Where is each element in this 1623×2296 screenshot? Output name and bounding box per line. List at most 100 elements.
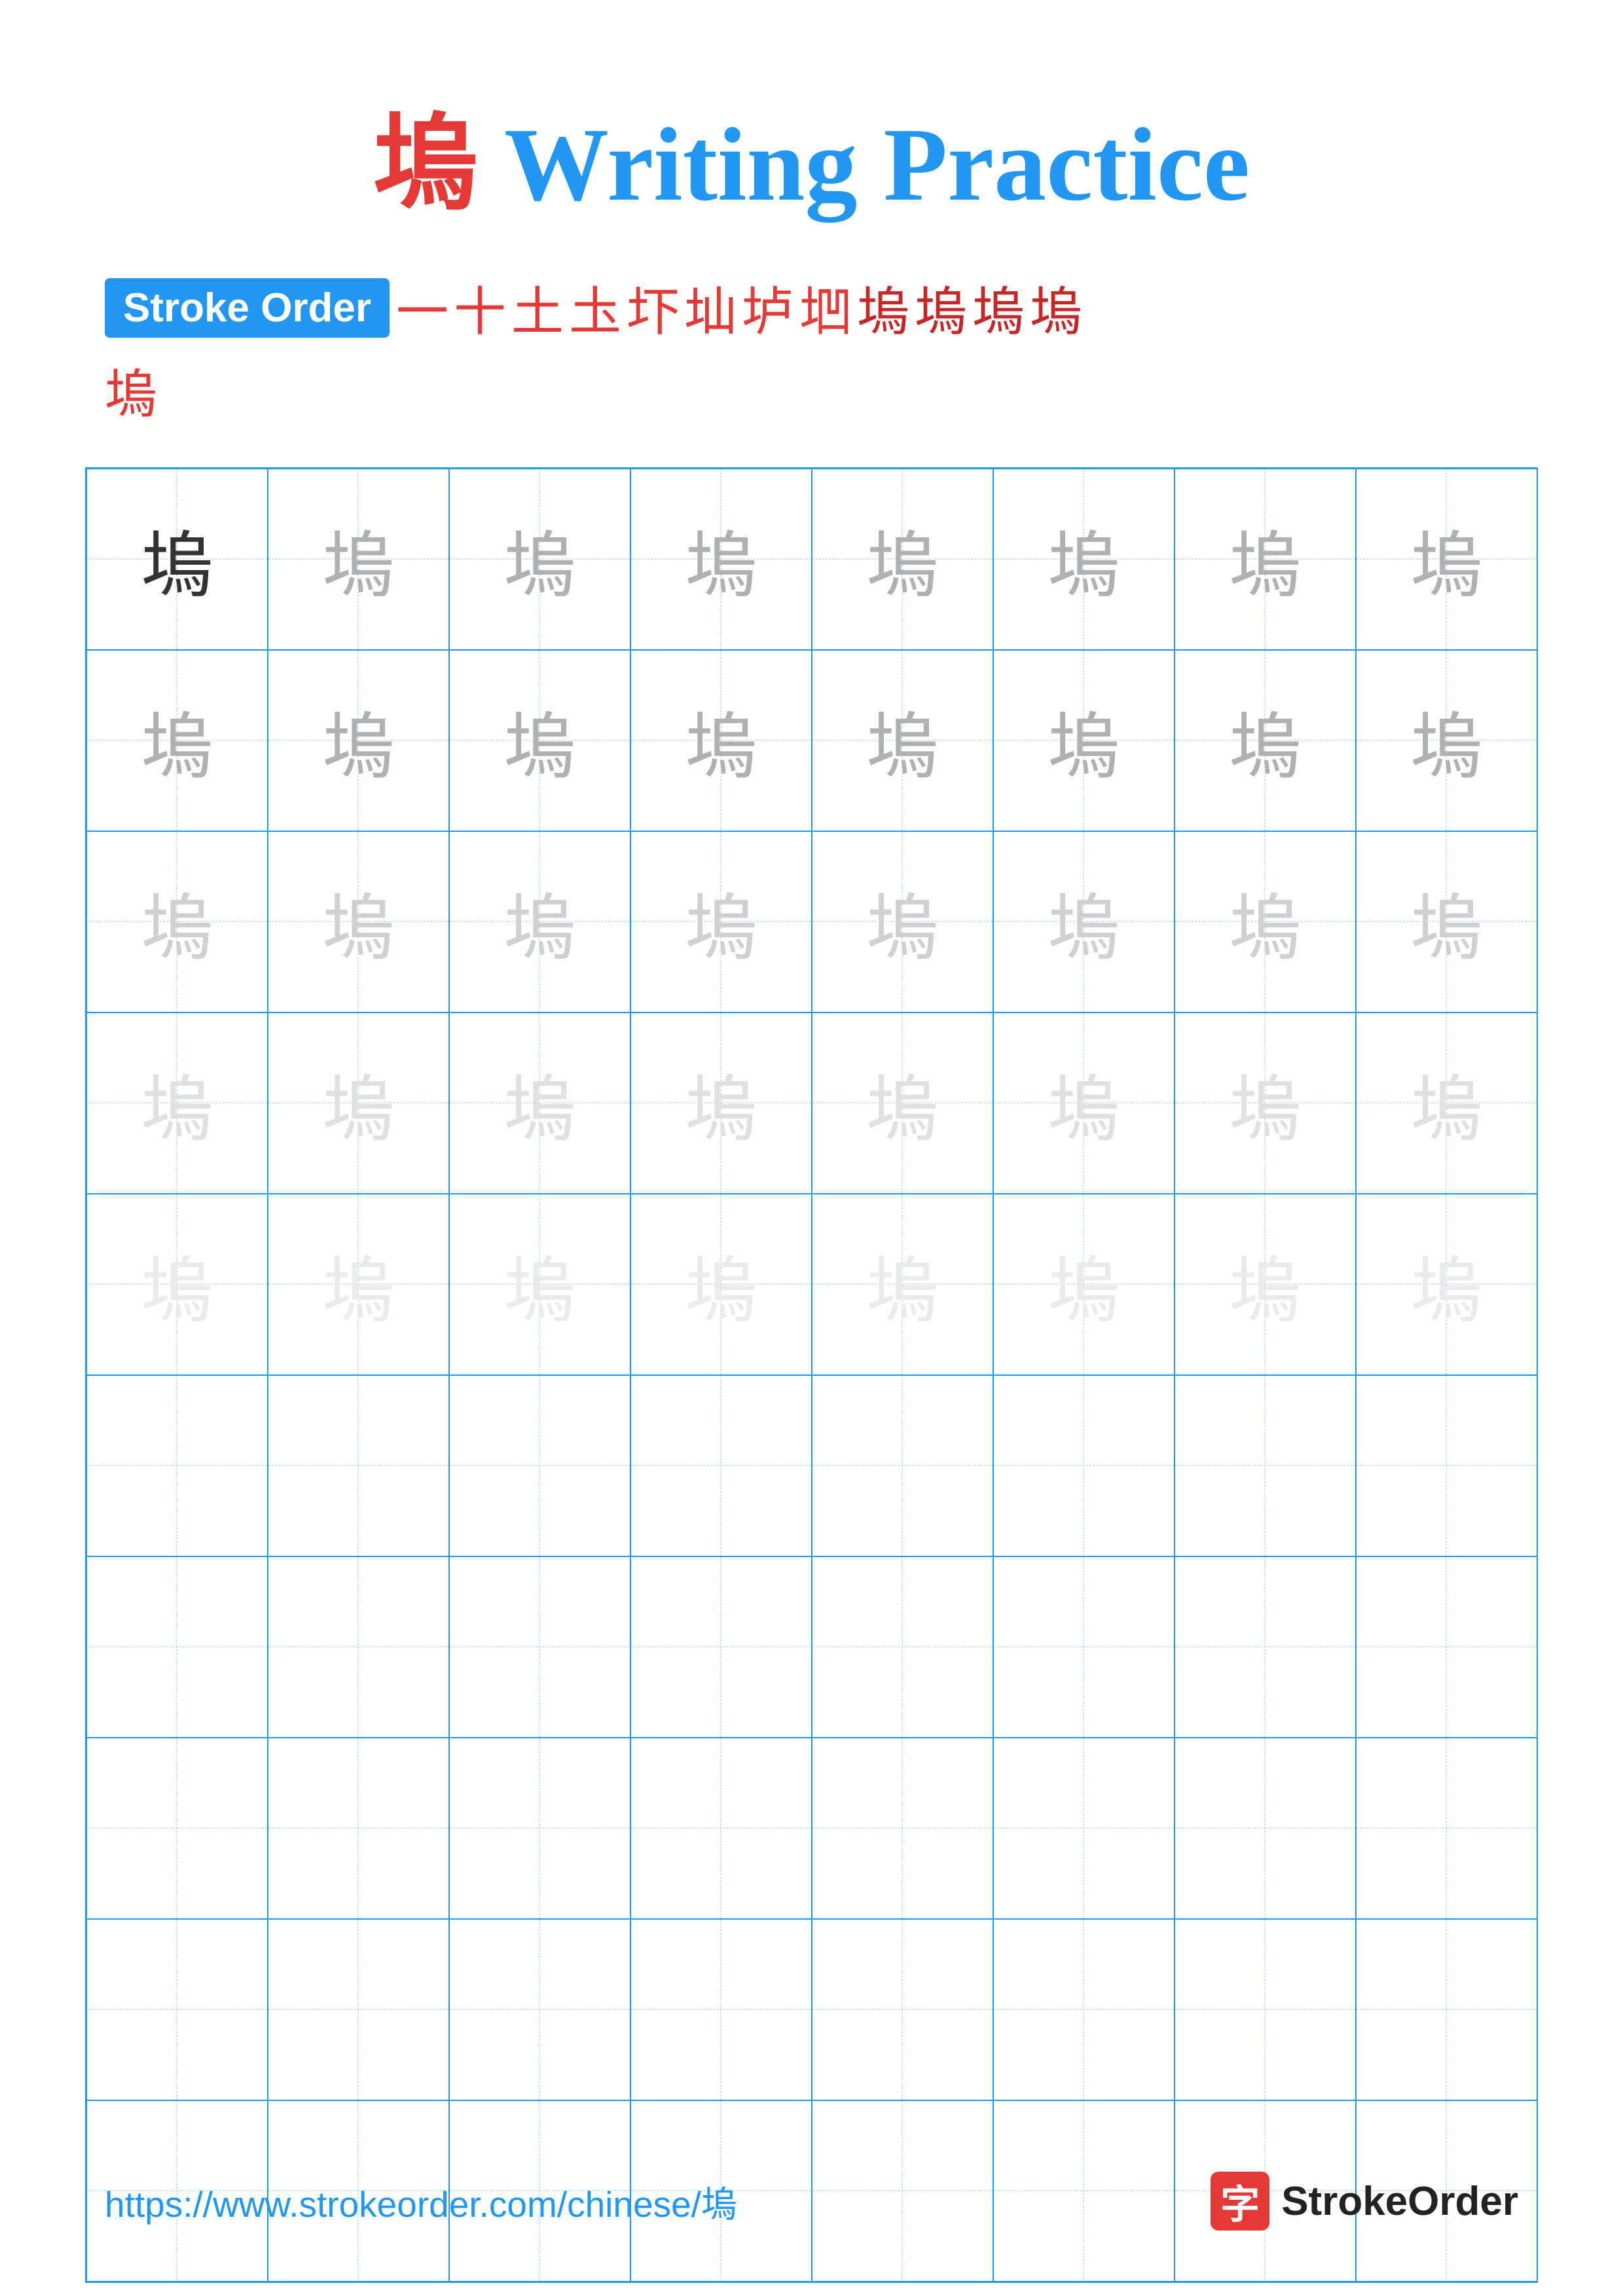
grid-cell-empty[interactable] [86, 1919, 268, 2100]
grid-cell[interactable]: 塢 [86, 831, 268, 1013]
practice-char: 塢 [503, 1232, 575, 1336]
grid-cell-empty[interactable] [630, 1919, 812, 2100]
grid-cell-empty[interactable] [86, 1738, 268, 1919]
grid-cell[interactable]: 塢 [86, 469, 268, 650]
grid-cell-empty[interactable] [1175, 1375, 1356, 1556]
title-char: 塢 [373, 106, 478, 223]
grid-cell[interactable]: 塢 [993, 469, 1175, 650]
practice-char: 塢 [1229, 688, 1301, 793]
grid-cell-empty[interactable] [449, 1375, 630, 1556]
practice-char: 塢 [685, 1050, 757, 1155]
practice-char: 塢 [685, 1232, 757, 1336]
grid-cell-empty[interactable] [1356, 1738, 1537, 1919]
grid-cell[interactable]: 塢 [1175, 1194, 1356, 1375]
stroke-step-5: 圷 [627, 270, 679, 346]
grid-cell-empty[interactable] [449, 1556, 630, 1738]
grid-cell[interactable]: 塢 [630, 469, 812, 650]
grid-cell-empty[interactable] [993, 1556, 1175, 1738]
grid-cell-empty[interactable] [1356, 1375, 1537, 1556]
grid-cell[interactable]: 塢 [812, 1194, 993, 1375]
grid-cell[interactable]: 塢 [630, 1013, 812, 1194]
grid-cell[interactable]: 塢 [812, 650, 993, 831]
grid-cell[interactable]: 塢 [1356, 1013, 1537, 1194]
grid-cell[interactable]: 塢 [630, 1194, 812, 1375]
footer-url[interactable]: https://www.strokeorder.com/chinese/塢 [105, 2175, 737, 2227]
grid-cell-empty[interactable] [812, 1919, 993, 2100]
practice-char: 塢 [1048, 1232, 1120, 1336]
practice-char: 塢 [866, 688, 938, 793]
grid-cell-empty[interactable] [812, 1738, 993, 1919]
grid-cell[interactable]: 塢 [812, 469, 993, 650]
grid-cell-empty[interactable] [1175, 1738, 1356, 1919]
grid-cell[interactable]: 塢 [86, 1013, 268, 1194]
grid-cell[interactable]: 塢 [268, 1013, 449, 1194]
grid-cell[interactable]: 塢 [449, 1194, 630, 1375]
practice-char: 塢 [1229, 507, 1301, 611]
stroke-step-3: 土 [511, 270, 564, 346]
grid-cell[interactable]: 塢 [86, 1194, 268, 1375]
practice-char: 塢 [141, 1232, 213, 1336]
stroke-step-11: 塢 [972, 270, 1025, 346]
grid-cell[interactable]: 塢 [630, 831, 812, 1013]
grid-cell-empty[interactable] [86, 1556, 268, 1738]
practice-char: 塢 [1048, 1050, 1120, 1155]
grid-cell[interactable]: 塢 [1175, 650, 1356, 831]
grid-cell[interactable]: 塢 [86, 650, 268, 831]
grid-cell[interactable]: 塢 [449, 469, 630, 650]
grid-cell-empty[interactable] [993, 1375, 1175, 1556]
grid-cell[interactable]: 塢 [1175, 1013, 1356, 1194]
practice-char: 塢 [1410, 869, 1482, 974]
grid-cell[interactable]: 塢 [1356, 1194, 1537, 1375]
grid-cell[interactable]: 塢 [630, 650, 812, 831]
practice-char: 塢 [1048, 869, 1120, 974]
footer: https://www.strokeorder.com/chinese/塢 字 … [0, 2172, 1623, 2231]
grid-cell-empty[interactable] [1175, 1919, 1356, 2100]
grid-cell-empty[interactable] [1175, 1556, 1356, 1738]
grid-cell[interactable]: 塢 [1356, 469, 1537, 650]
grid-cell[interactable]: 塢 [1356, 650, 1537, 831]
practice-char: 塢 [1410, 507, 1482, 611]
stroke-step-2: 十 [454, 270, 506, 346]
grid-cell-empty[interactable] [268, 1375, 449, 1556]
grid-cell[interactable]: 塢 [449, 650, 630, 831]
practice-char: 塢 [866, 869, 938, 974]
stroke-step-6: 圸 [684, 270, 737, 346]
grid-cell-empty[interactable] [449, 1919, 630, 2100]
grid-cell[interactable]: 塢 [993, 1194, 1175, 1375]
page-title: 塢 Writing Practice [0, 0, 1623, 230]
grid-cell-empty[interactable] [449, 1738, 630, 1919]
grid-cell[interactable]: 塢 [268, 831, 449, 1013]
grid-cell-empty[interactable] [268, 1919, 449, 2100]
grid-cell-empty[interactable] [812, 1556, 993, 1738]
grid-cell-empty[interactable] [268, 1556, 449, 1738]
grid-cell-empty[interactable] [1356, 1919, 1537, 2100]
grid-cell[interactable]: 塢 [1175, 831, 1356, 1013]
grid-cell-empty[interactable] [268, 1738, 449, 1919]
grid-cell[interactable]: 塢 [449, 1013, 630, 1194]
grid-cell[interactable]: 塢 [449, 831, 630, 1013]
grid-cell-empty[interactable] [86, 1375, 268, 1556]
grid-cell-empty[interactable] [630, 1738, 812, 1919]
grid-cell-empty[interactable] [630, 1375, 812, 1556]
title-text: Writing Practice [478, 106, 1250, 223]
grid-cell-empty[interactable] [812, 1375, 993, 1556]
grid-cell[interactable]: 塢 [1175, 469, 1356, 650]
grid-cell[interactable]: 塢 [993, 831, 1175, 1013]
practice-char: 塢 [141, 688, 213, 793]
practice-char: 塢 [1229, 1232, 1301, 1336]
grid-cell[interactable]: 塢 [812, 1013, 993, 1194]
grid-cell[interactable]: 塢 [993, 1013, 1175, 1194]
practice-char: 塢 [1410, 1050, 1482, 1155]
grid-cell-empty[interactable] [1356, 1556, 1537, 1738]
grid-cell[interactable]: 塢 [812, 831, 993, 1013]
grid-cell-empty[interactable] [993, 1919, 1175, 2100]
grid-container: 塢 塢 塢 塢 塢 塢 塢 塢 塢 塢 塢 塢 塢 塢 塢 塢 塢 塢 塢 塢 … [0, 467, 1623, 2283]
grid-cell-empty[interactable] [630, 1556, 812, 1738]
practice-char: 塢 [1229, 869, 1301, 974]
grid-cell[interactable]: 塢 [1356, 831, 1537, 1013]
grid-cell[interactable]: 塢 [268, 1194, 449, 1375]
grid-cell[interactable]: 塢 [268, 469, 449, 650]
grid-cell-empty[interactable] [993, 1738, 1175, 1919]
grid-cell[interactable]: 塢 [268, 650, 449, 831]
grid-cell[interactable]: 塢 [993, 650, 1175, 831]
